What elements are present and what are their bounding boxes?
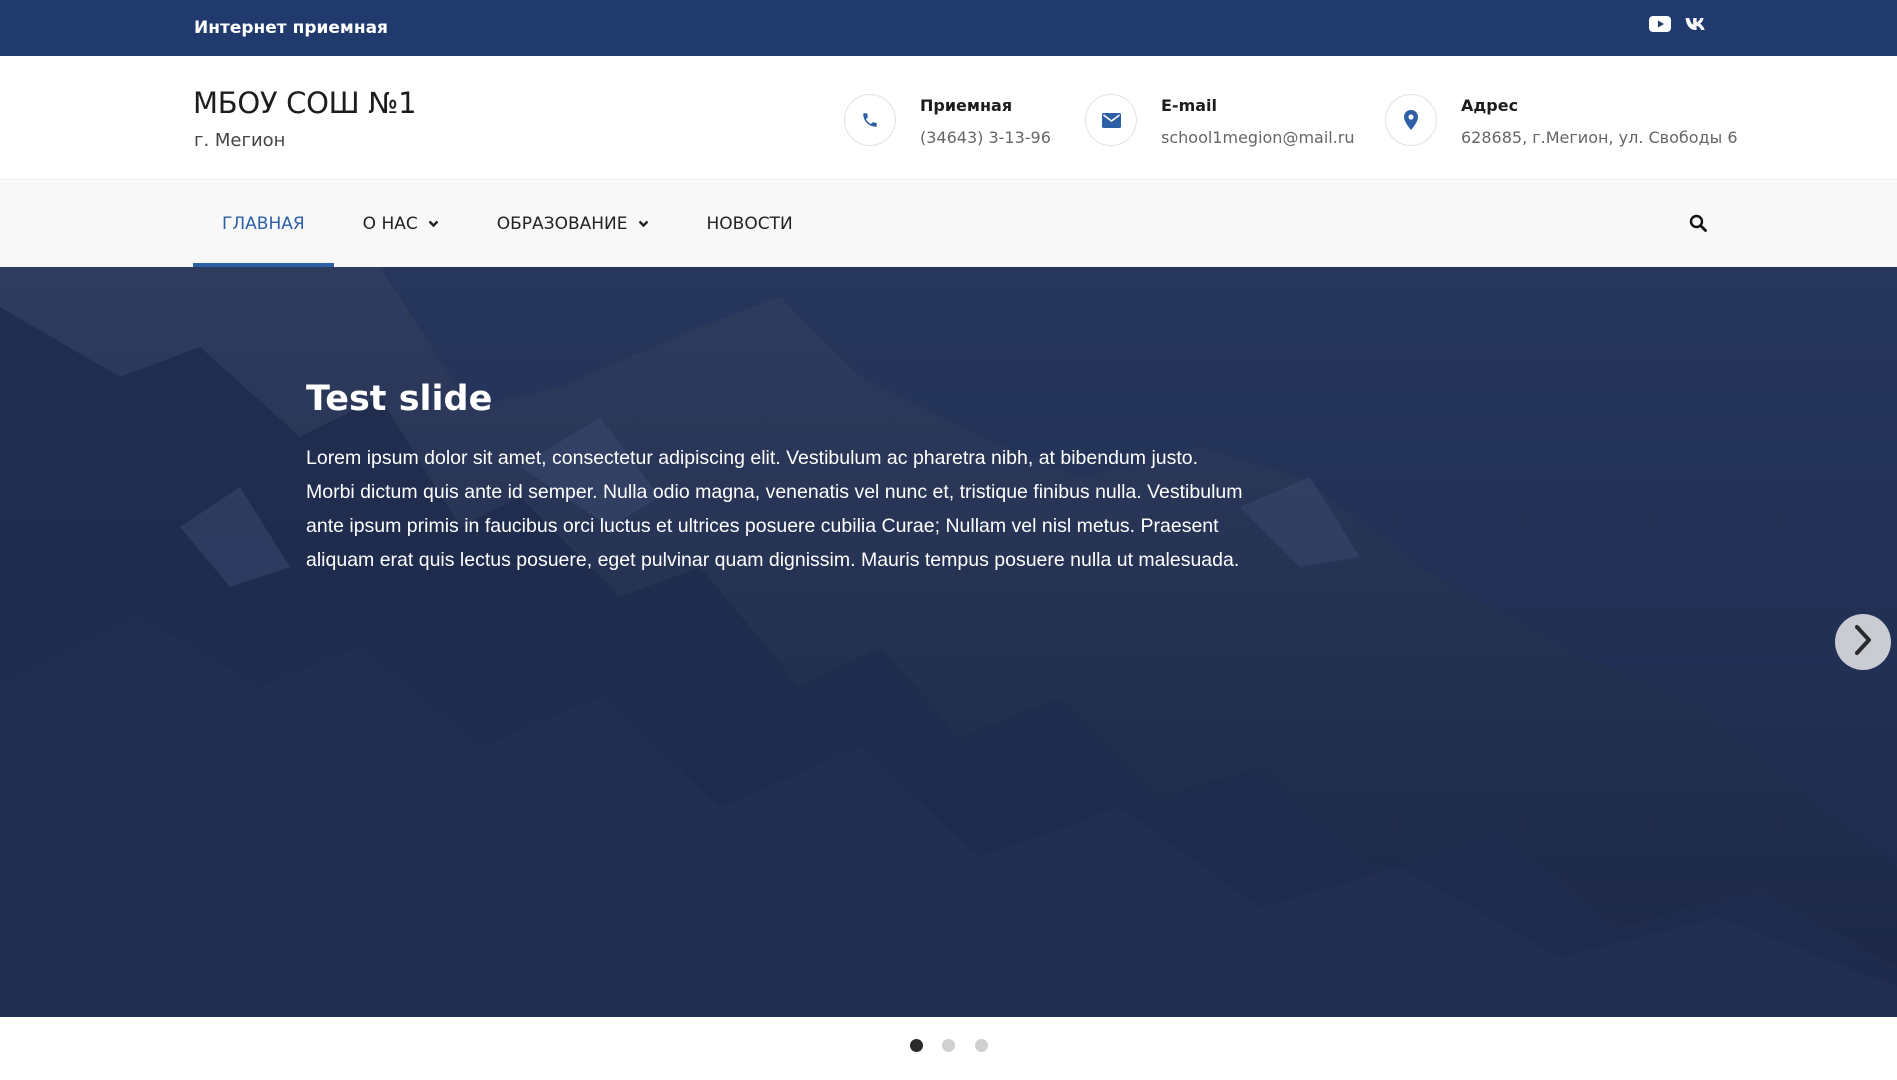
contact-address: Адрес 628685, г.Мегион, ул. Свободы 6 (1385, 94, 1738, 147)
slide-caption: Test slide Lorem ipsum dolor sit amet, c… (306, 379, 1246, 577)
nav-item-education[interactable]: ОБРАЗОВАНИЕ (468, 181, 678, 267)
slider-pagination (0, 1017, 1897, 1080)
contact-email-label: E-mail (1161, 96, 1218, 115)
contact-phone-label: Приемная (920, 96, 1013, 115)
nav-item-home[interactable]: ГЛАВНАЯ (193, 181, 334, 267)
nav-item-news[interactable]: НОВОСТИ (678, 181, 822, 267)
contact-email: E-mail school1megion@mail.ru (1085, 94, 1355, 147)
top-bar: Интернет приемная (0, 0, 1897, 56)
nav-item-label: ГЛАВНАЯ (222, 214, 305, 234)
envelope-icon (1085, 94, 1137, 146)
site-title[interactable]: МБОУ СОШ №1 (193, 86, 417, 120)
contact-phone-value[interactable]: (34643) 3-13-96 (920, 128, 1051, 147)
slider-dot[interactable] (942, 1039, 955, 1052)
hero-slider: Test slide Lorem ipsum dolor sit amet, c… (0, 267, 1897, 1017)
main-navigation: ГЛАВНАЯ О НАС ОБРАЗОВАНИЕ НОВОСТИ (0, 181, 1897, 267)
nav-item-label: НОВОСТИ (706, 214, 793, 234)
vk-icon[interactable] (1685, 17, 1707, 31)
contact-phone: Приемная (34643) 3-13-96 (844, 94, 1051, 147)
slide-title: Test slide (306, 379, 493, 419)
contact-email-value[interactable]: school1megion@mail.ru (1161, 128, 1355, 147)
nav-item-label: О НАС (362, 214, 418, 234)
slide-body-text: Lorem ipsum dolor sit amet, consectetur … (306, 447, 1243, 571)
nav-item-about[interactable]: О НАС (334, 181, 468, 267)
chevron-down-icon (428, 220, 439, 228)
chevron-down-icon (638, 220, 649, 228)
contact-address-label: Адрес (1461, 96, 1519, 115)
slider-next-button[interactable] (1835, 614, 1891, 670)
nav-item-label: ОБРАЗОВАНИЕ (496, 214, 628, 234)
slider-dot[interactable] (910, 1039, 923, 1052)
phone-icon (844, 94, 896, 146)
slider-dot[interactable] (975, 1039, 988, 1052)
map-pin-icon (1385, 94, 1437, 146)
site-subtitle: г. Мегион (194, 130, 286, 151)
social-links (1649, 16, 1707, 32)
chevron-right-icon (1853, 624, 1873, 661)
youtube-icon[interactable] (1649, 16, 1671, 32)
search-icon[interactable] (1689, 214, 1707, 237)
site-header: МБОУ СОШ №1 г. Мегион Приемная (34643) 3… (0, 56, 1897, 180)
contact-address-value: 628685, г.Мегион, ул. Свободы 6 (1461, 128, 1738, 147)
internet-reception-link[interactable]: Интернет приемная (194, 18, 388, 38)
